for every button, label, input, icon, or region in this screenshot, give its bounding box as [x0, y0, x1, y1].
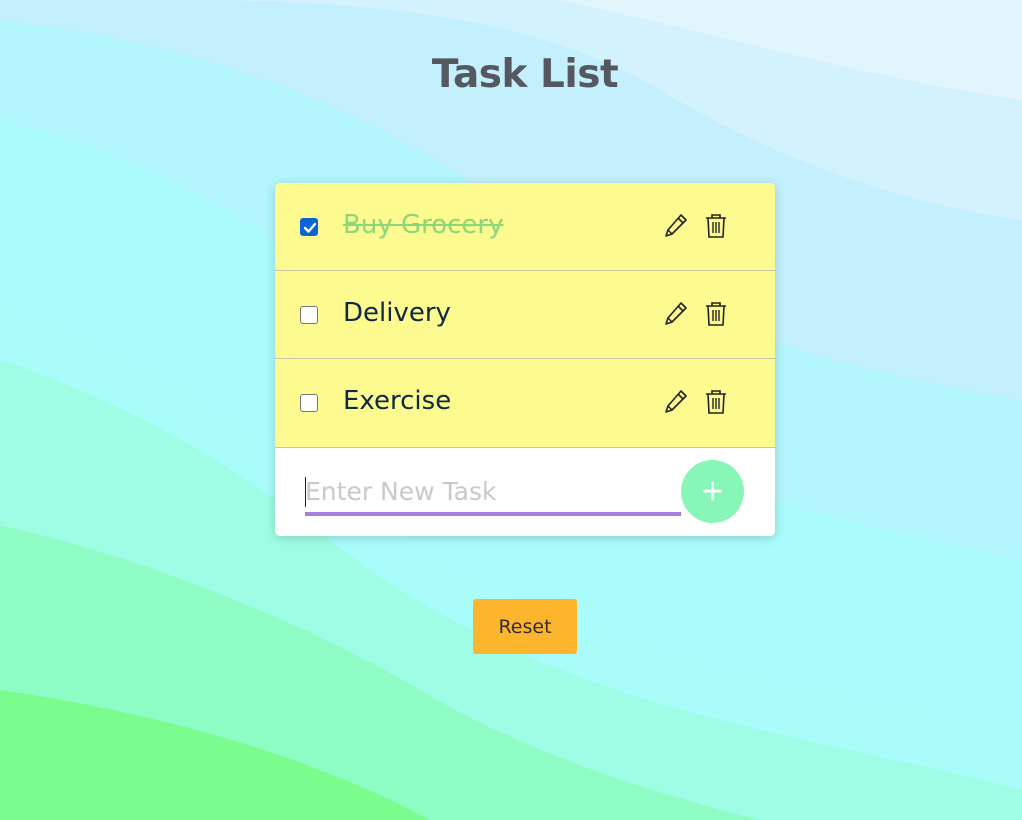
task-checkbox[interactable]	[300, 306, 318, 324]
new-task-input[interactable]	[305, 470, 681, 516]
delete-task-button[interactable]	[704, 301, 728, 327]
delete-task-button[interactable]	[704, 213, 728, 239]
page-title: Task List	[431, 52, 619, 97]
task-row: Delivery	[275, 271, 775, 359]
task-checkbox[interactable]	[300, 218, 318, 236]
trash-icon	[706, 214, 726, 238]
task-row: Buy Grocery	[275, 183, 775, 271]
trash-icon	[706, 302, 726, 326]
task-label: Exercise	[343, 386, 452, 416]
pencil-icon	[665, 302, 687, 325]
task-checkbox[interactable]	[300, 394, 318, 412]
edit-task-button[interactable]	[664, 301, 688, 327]
task-label: Delivery	[343, 298, 451, 328]
task-card: Buy Grocery Delivery Exercise +	[275, 183, 775, 536]
task-label: Buy Grocery	[343, 210, 504, 240]
pencil-icon	[665, 390, 687, 413]
new-task-row: +	[275, 448, 775, 536]
add-task-button[interactable]: +	[681, 460, 744, 523]
reset-button[interactable]: Reset	[473, 599, 577, 654]
task-row: Exercise	[275, 359, 775, 448]
checkmark-icon	[303, 222, 317, 233]
text-caret	[305, 477, 306, 507]
edit-task-button[interactable]	[664, 389, 688, 415]
edit-task-button[interactable]	[664, 213, 688, 239]
delete-task-button[interactable]	[704, 389, 728, 415]
trash-icon	[706, 390, 726, 414]
pencil-icon	[665, 214, 687, 237]
